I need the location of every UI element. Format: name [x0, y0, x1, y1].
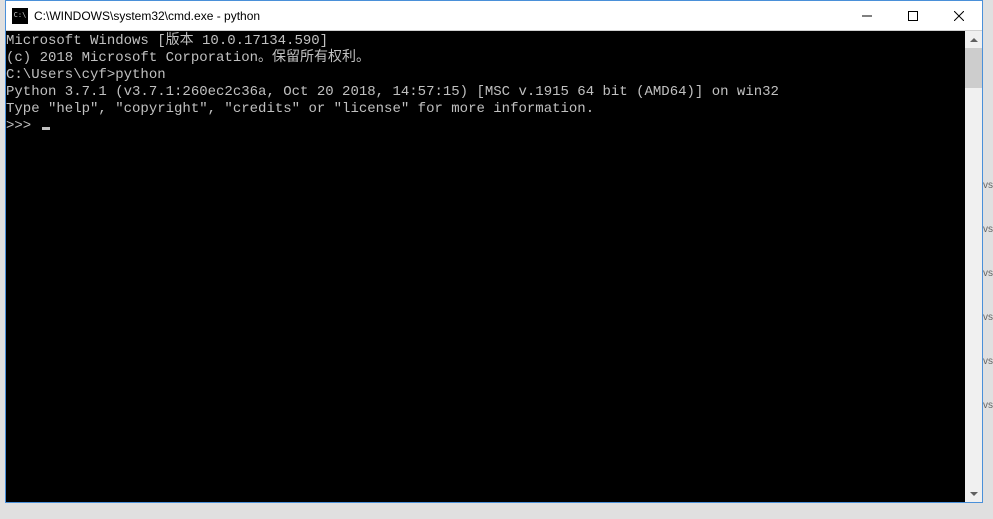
terminal-area: Microsoft Windows [版本 10.0.17134.590](c)… [6, 31, 982, 502]
terminal-line: Type "help", "copyright", "credits" or "… [6, 101, 965, 118]
scroll-up-arrow[interactable] [965, 31, 982, 48]
scroll-thumb[interactable] [965, 48, 982, 88]
window-title: C:\WINDOWS\system32\cmd.exe - python [34, 9, 844, 23]
terminal-line: Python 3.7.1 (v3.7.1:260ec2c36a, Oct 20 … [6, 84, 965, 101]
terminal-line: >>> [6, 118, 965, 135]
terminal-output[interactable]: Microsoft Windows [版本 10.0.17134.590](c)… [6, 31, 965, 502]
vertical-scrollbar[interactable] [965, 31, 982, 502]
terminal-line: C:\Users\cyf>python [6, 67, 965, 84]
chevron-down-icon [970, 492, 978, 496]
background-window-edge: vsvsvsvsvsvs [983, 180, 993, 444]
close-button[interactable] [936, 1, 982, 30]
chevron-up-icon [970, 38, 978, 42]
cmd-window: C:\WINDOWS\system32\cmd.exe - python Mic… [5, 0, 983, 503]
cmd-icon [12, 8, 28, 24]
maximize-icon [908, 11, 918, 21]
scroll-down-arrow[interactable] [965, 485, 982, 502]
maximize-button[interactable] [890, 1, 936, 30]
titlebar[interactable]: C:\WINDOWS\system32\cmd.exe - python [6, 1, 982, 31]
minimize-button[interactable] [844, 1, 890, 30]
window-controls [844, 1, 982, 30]
terminal-line: Microsoft Windows [版本 10.0.17134.590] [6, 33, 965, 50]
close-icon [954, 11, 964, 21]
minimize-icon [862, 11, 872, 21]
scroll-track[interactable] [965, 48, 982, 485]
cursor [42, 127, 50, 130]
terminal-line: (c) 2018 Microsoft Corporation。保留所有权利。 [6, 50, 965, 67]
